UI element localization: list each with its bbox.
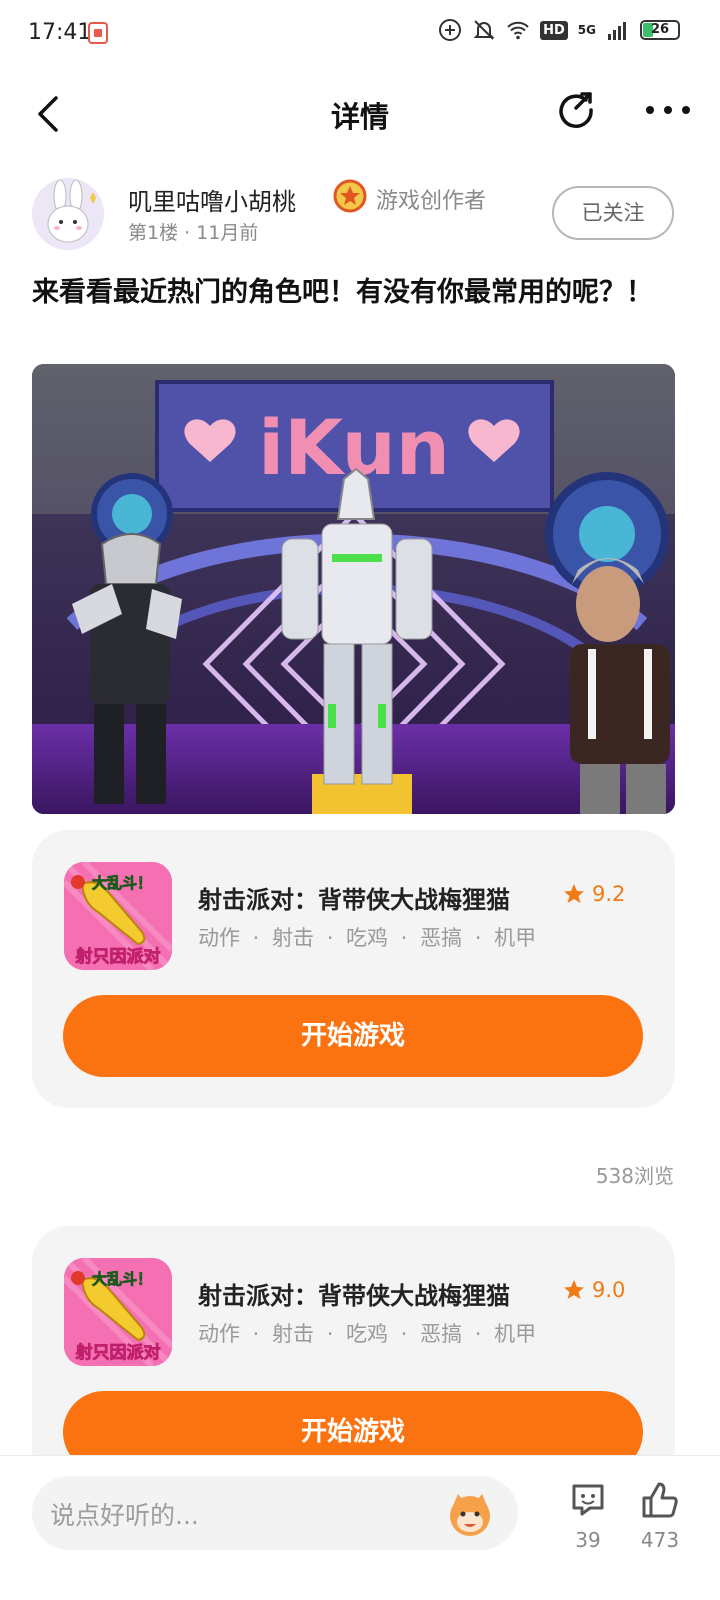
battery-icon: 26 [640,20,680,40]
comment-count: 39 [575,1528,601,1552]
game-icon-top-text: 大乱斗！ [92,1270,152,1288]
avatar[interactable] [32,178,104,250]
bunny-avatar-icon [32,178,104,250]
bell-off-icon [473,20,495,40]
more-icon[interactable] [644,98,692,122]
thumbs-up-icon [642,1482,678,1518]
signal-icon [608,22,626,40]
game-icon-top-text: 大乱斗！ [92,874,152,892]
comment-placeholder: 说点好听的... [50,1501,199,1530]
game-rating: 9.2 [592,882,626,906]
post-time: 11月前 [196,222,259,244]
game-card[interactable]: 大乱斗！ 射只因派对 射击派对：背带侠大战梅狸猫 9.2 动作 · 射击 · 吃… [32,830,675,1108]
network-type: 5G [577,23,596,37]
comment-button[interactable]: 39 [566,1480,610,1560]
status-time: 17:41 [28,20,92,45]
header: 详情 [0,68,720,158]
game-icon-bottom-text: 射只因派对 [75,1342,161,1363]
author-name[interactable]: 叽里咕噜小胡桃 [128,182,296,217]
game-name[interactable]: 射击派对：背带侠大战梅狸猫 [198,1276,510,1311]
hd-icon: HD [540,20,568,40]
add-circle-icon [439,19,462,41]
chicken-game-icon: 大乱斗！ 射只因派对 [64,1258,172,1366]
game-card[interactable]: 大乱斗！ 射只因派对 射击派对：背带侠大战梅狸猫 9.0 动作 · 射击 · 吃… [32,1226,675,1486]
game-icon[interactable]: 大乱斗！ 射只因派对 [64,1258,172,1366]
comment-icon [572,1484,604,1516]
share-icon[interactable] [554,88,598,132]
creator-badge-icon [333,179,367,213]
comment-input[interactable]: 说点好听的... [32,1476,518,1550]
game-name[interactable]: 射击派对：背带侠大战梅狸猫 [198,880,510,915]
status-icons: HD 5G 26 [438,18,680,42]
meta-separator: · [184,222,197,244]
game-rating: 9.0 [592,1278,626,1302]
post-meta: 第1楼 · 11月前 [128,218,258,245]
game-icon-bottom-text: 射只因派对 [75,946,161,967]
game-icon[interactable]: 大乱斗！ 射只因派对 [64,862,172,970]
game-tags: 动作 · 射击 · 吃鸡 · 恶搞 · 机甲 [198,926,537,950]
page-title: 详情 [330,100,389,134]
post-image[interactable]: iKun [32,364,675,814]
like-button[interactable]: 473 [636,1480,684,1560]
author-row: 叽里咕噜小胡桃 游戏创作者 第1楼 · 11月前 已关注 [32,178,692,250]
game-scene-image: iKun [32,364,675,814]
like-count: 473 [640,1528,680,1552]
star-icon [564,1280,584,1299]
bottom-bar: 说点好听的... 39 473 [0,1455,720,1600]
star-icon [564,884,584,903]
calendar-icon [88,22,108,44]
view-count: 538浏览 [595,1164,674,1188]
game-tags: 动作 · 射击 · 吃鸡 · 恶搞 · 机甲 [198,1322,537,1346]
chicken-game-icon: 大乱斗！ 射只因派对 [64,862,172,970]
wifi-icon [507,21,529,40]
creator-badge-label: 游戏创作者 [376,189,487,214]
status-bar: 17:41 HD 5G 26 [0,0,720,68]
follow-button[interactable]: 已关注 [552,186,674,240]
floor-label: 第1楼 [128,222,179,244]
battery-level: 26 [650,22,670,37]
post-text: 来看看最近热门的角色吧！有没有你最常用的呢？！ [32,277,653,308]
start-game-button[interactable]: 开始游戏 [63,995,643,1077]
mascot-emoji-icon[interactable] [444,1488,496,1540]
